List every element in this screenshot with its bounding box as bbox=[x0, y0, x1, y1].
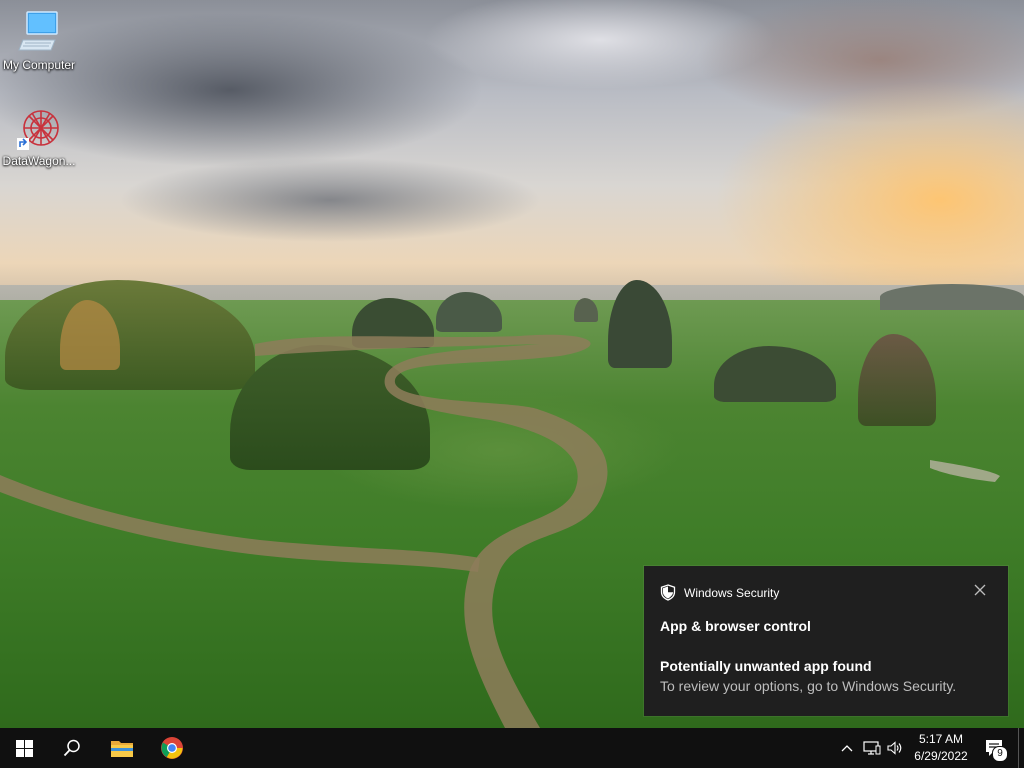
search-icon bbox=[63, 739, 80, 757]
notification-header: Windows Security bbox=[660, 584, 779, 601]
start-button[interactable] bbox=[0, 728, 48, 768]
windows-start-icon bbox=[15, 739, 33, 757]
folder-icon bbox=[111, 741, 133, 757]
show-hidden-icons-button[interactable] bbox=[836, 728, 858, 768]
clock-time: 5:17 AM bbox=[918, 732, 964, 746]
shield-icon bbox=[660, 584, 676, 601]
datawagon-app-icon bbox=[15, 106, 63, 152]
network-button[interactable] bbox=[860, 728, 884, 768]
chrome-icon bbox=[161, 737, 183, 759]
desktop-icon-label: DataWagon... bbox=[2, 154, 76, 168]
computer-icon bbox=[15, 10, 63, 56]
desktop-icon-label: My Computer bbox=[2, 58, 76, 72]
taskbar-clock[interactable]: 5:17 AM 6/29/2022 bbox=[908, 731, 974, 765]
volume-icon bbox=[887, 741, 902, 755]
desktop-icon-datawagon[interactable]: DataWagon... bbox=[1, 106, 77, 168]
notification-count-badge: 9 bbox=[992, 746, 1008, 762]
chevron-up-icon bbox=[841, 745, 853, 752]
notification-body: To review your options, go to Windows Se… bbox=[660, 678, 957, 694]
taskbar: 5:17 AM 6/29/2022 9 bbox=[0, 728, 1024, 768]
notification-title: App & browser control bbox=[660, 618, 811, 634]
close-icon[interactable] bbox=[972, 582, 988, 598]
taskbar-chrome[interactable] bbox=[148, 728, 196, 768]
action-center-button[interactable]: 9 bbox=[978, 728, 1010, 768]
network-icon bbox=[863, 741, 881, 755]
wallpaper-sky bbox=[0, 0, 1024, 310]
search-button[interactable] bbox=[48, 728, 96, 768]
notification-subtitle: Potentially unwanted app found bbox=[660, 658, 872, 674]
notification-toast[interactable]: Windows Security App & browser control P… bbox=[644, 566, 1008, 716]
volume-button[interactable] bbox=[884, 728, 906, 768]
taskbar-file-explorer[interactable] bbox=[98, 728, 146, 768]
desktop-icon-my-computer[interactable]: My Computer bbox=[1, 10, 77, 72]
show-desktop-button[interactable] bbox=[1018, 728, 1024, 768]
notification-app-name: Windows Security bbox=[684, 585, 780, 600]
clock-date: 6/29/2022 bbox=[914, 749, 968, 763]
